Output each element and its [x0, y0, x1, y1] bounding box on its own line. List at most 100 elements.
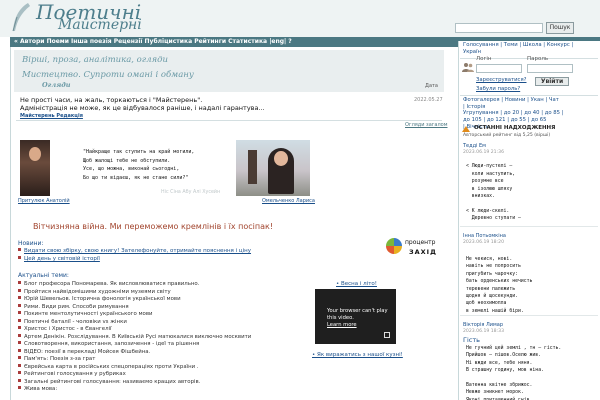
topic-item[interactable]: ВІДЕО: поезії в перекладі Мойсея Фішбейн… [18, 348, 150, 355]
topic-link[interactable]: Пройтися найвідомішими художніми музеями… [24, 289, 171, 295]
topic-item[interactable]: Блог професора Пономарева. Як висловлюва… [18, 281, 199, 287]
banner-line2: Мистецтво. Супроти оманi i обману [22, 70, 194, 80]
topic-item[interactable]: Пройтися найвідомішими художніми музеями… [18, 288, 171, 295]
search-button[interactable]: Пошук [546, 22, 574, 34]
author-name-left[interactable]: Притулюк Анатолій [18, 198, 70, 204]
topic-link[interactable]: Словотворення, використання, запозичення… [24, 341, 199, 347]
login-input[interactable] [476, 64, 522, 73]
sidebar-links[interactable]: Голосування | Теми | Школа | Конкурс | У… [463, 42, 597, 56]
news-text: Адміністрація не може, як це відбувалося… [20, 104, 265, 112]
featured-poem: "Найкраще так ступить на край могили, Щоб… [83, 148, 194, 182]
divider [16, 120, 442, 121]
logo-subtitle[interactable]: Майстерні [58, 17, 142, 33]
spring-summer-link[interactable]: • Весна і літо! [336, 281, 377, 287]
entry-title[interactable]: Гість [463, 336, 480, 344]
bullet-icon [18, 281, 21, 284]
fullscreen-icon[interactable] [384, 332, 390, 338]
login-button[interactable]: Увійти [535, 77, 569, 86]
register-link[interactable]: Зареєструватися? [476, 77, 526, 83]
news-date: 2022.05.27 [414, 97, 443, 103]
news-author-link[interactable]: Майстерень Редакція [20, 113, 83, 119]
topic-item[interactable]: Загальні рейтингові голосування: називає… [18, 378, 200, 385]
search-input[interactable] [455, 23, 543, 33]
topic-item[interactable]: Жива мова: [18, 386, 57, 392]
topic-item[interactable]: Словотворення, використання, запозичення… [18, 341, 199, 347]
bullet-icon [18, 378, 21, 382]
bullet-icon [18, 326, 21, 329]
entry-date: 2023.06.19 18:33 [463, 329, 505, 334]
topic-item[interactable]: Поетичні баталії - чоловіки vs жінки [18, 318, 127, 325]
news-item[interactable]: Видати свою збірку, свою книгу! Зателефо… [18, 248, 251, 254]
news-item[interactable]: Цей день у світовій історії [18, 256, 100, 262]
bullet-icon [18, 303, 21, 307]
author-photo-right-face [274, 151, 288, 166]
topic-item[interactable]: Пам'ять: Поезія з-за грат [18, 356, 95, 362]
news-item-link[interactable]: Видати свою збірку, свою книгу! Зателефо… [24, 248, 251, 254]
video-learn-more-link[interactable]: Learn more [327, 322, 388, 329]
bullet-icon [18, 348, 21, 352]
entry-text[interactable]: Не чекися, нові. навіть не попросить при… [466, 256, 532, 315]
topic-item[interactable]: Рими. Види рим. Способи римування [18, 303, 129, 310]
topic-item[interactable]: Юрій Шевельов. Історична фонологія украї… [18, 296, 181, 302]
entry-author[interactable]: Інна Потьомкіна [463, 233, 506, 239]
topic-link[interactable]: Рими. Види рим. Способи римування [24, 304, 129, 310]
news-item-link[interactable]: Цей день у світовій історії [24, 256, 100, 262]
procentr-logo-text[interactable]: процентр [405, 239, 435, 246]
author-photo-right-pagoda [248, 150, 257, 184]
entry-text[interactable]: Не гучний цей землі , тн – гість. Прийшо… [466, 345, 561, 400]
topic-link[interactable]: Блог професора Пономарева. Як висловлюва… [24, 281, 199, 287]
warning-icon [462, 126, 470, 132]
video-msg-line2: this video. [327, 315, 354, 321]
topic-link[interactable]: ВІДЕО: поезії в перекладі Мойсея Фішбейн… [24, 349, 150, 355]
entry-date: 2023.06.19 21:36 [463, 150, 505, 155]
topic-link[interactable]: Загальні рейтингові голосування: називає… [24, 379, 200, 385]
sidebar-links-line[interactable]: Фотогалерея | Новини | Укан | Чат [463, 97, 597, 104]
poem-line: Бо що ти відаєш, як не стане сили?" [83, 174, 189, 181]
sidebar-links-line[interactable]: до 105 | до 121 | до 55 | до 65 [463, 117, 597, 124]
topic-link[interactable]: Пам'ять: Поезія з-за грат [24, 356, 95, 362]
bullet-icon [18, 371, 21, 374]
bullet-icon [18, 256, 21, 259]
latest-heading: ОСТАННІ НАДХОДЖЕННЯ [474, 125, 556, 131]
entry-text[interactable]: < Люди-пустелі – коли наступить, розумне… [466, 156, 521, 223]
topic-link[interactable]: Єврейська карта в російських спецопераці… [24, 364, 199, 370]
password-input[interactable] [527, 64, 573, 73]
news-title[interactable]: Не прості часи, на жаль, торкаються і "М… [20, 96, 202, 104]
topic-item[interactable]: Єврейська карта в російських спецопераці… [18, 363, 199, 370]
procentr-logo-text2[interactable]: ЗАХІД [409, 248, 437, 256]
bullet-icon [18, 311, 21, 314]
topic-link[interactable]: Поетичні баталії - чоловіки vs жінки [24, 319, 127, 325]
poem-line: Усе, що можна, виконай сьогодні, [83, 166, 180, 173]
main-nav[interactable]: « Автори Поеми Інша поезія Рецензії Публ… [10, 37, 458, 47]
news-heading: Новини: [18, 240, 44, 247]
bullet-icon [18, 356, 21, 359]
sidebar-links-line[interactable]: Угрупування | до 20 | до 40 | до 85 | [463, 110, 597, 117]
ukr-forge-link[interactable]: • Як виражатись з нашої кузні! [312, 352, 403, 358]
topic-link[interactable]: Христос і Христос - в Євангелії [24, 326, 112, 332]
poem-line: Щоб жалощі тебе не обступили. [83, 157, 171, 164]
main-nav-links[interactable]: « Автори Поеми Інша поезія Рецензії Публ… [14, 38, 292, 45]
section-banner: Вірші, проза, аналітика, огляди Мистецтв… [14, 50, 444, 92]
entry-author[interactable]: Тедді Ем [463, 143, 486, 149]
all-reviews-link[interactable]: Огляди загалом [405, 122, 448, 128]
topic-link[interactable]: Жива мова: [24, 386, 57, 392]
topic-link[interactable]: Покинте ментолутичності українського мов… [24, 311, 153, 317]
topic-item[interactable]: Покинте ментолутичності українського мов… [18, 311, 153, 317]
divider [460, 95, 598, 96]
topic-link[interactable]: Юрій Шевельов. Історична фонологія украї… [24, 296, 181, 302]
divider [460, 226, 598, 227]
topic-link[interactable]: Рейтингові голосування у рубриках [24, 371, 126, 377]
topic-item[interactable]: Рейтингові голосування у рубриках [18, 371, 126, 377]
forgot-password-link[interactable]: Забули пароль? [476, 86, 520, 92]
author-name-right[interactable]: Омельченко Лариса [262, 198, 315, 204]
sidebar-links-line[interactable]: Голосування | Теми | Школа | Конкурс | [463, 42, 597, 49]
topic-item[interactable]: Артем Денікін. Розслідування. В Київські… [18, 333, 251, 340]
topic-item[interactable]: Христос і Христос - в Євангелії [18, 326, 112, 332]
entry-author[interactable]: Вікторія Лимар [463, 322, 503, 328]
topic-link[interactable]: Артем Денікін. Розслідування. В Київські… [24, 334, 251, 340]
bullet-icon [18, 333, 21, 337]
poem-line: "Найкраще так ступить на край могили, [83, 149, 195, 155]
procentr-logo-icon[interactable] [386, 238, 402, 254]
bullet-icon [18, 363, 21, 367]
banner-line1: Вірші, проза, аналітика, огляди [22, 55, 168, 65]
